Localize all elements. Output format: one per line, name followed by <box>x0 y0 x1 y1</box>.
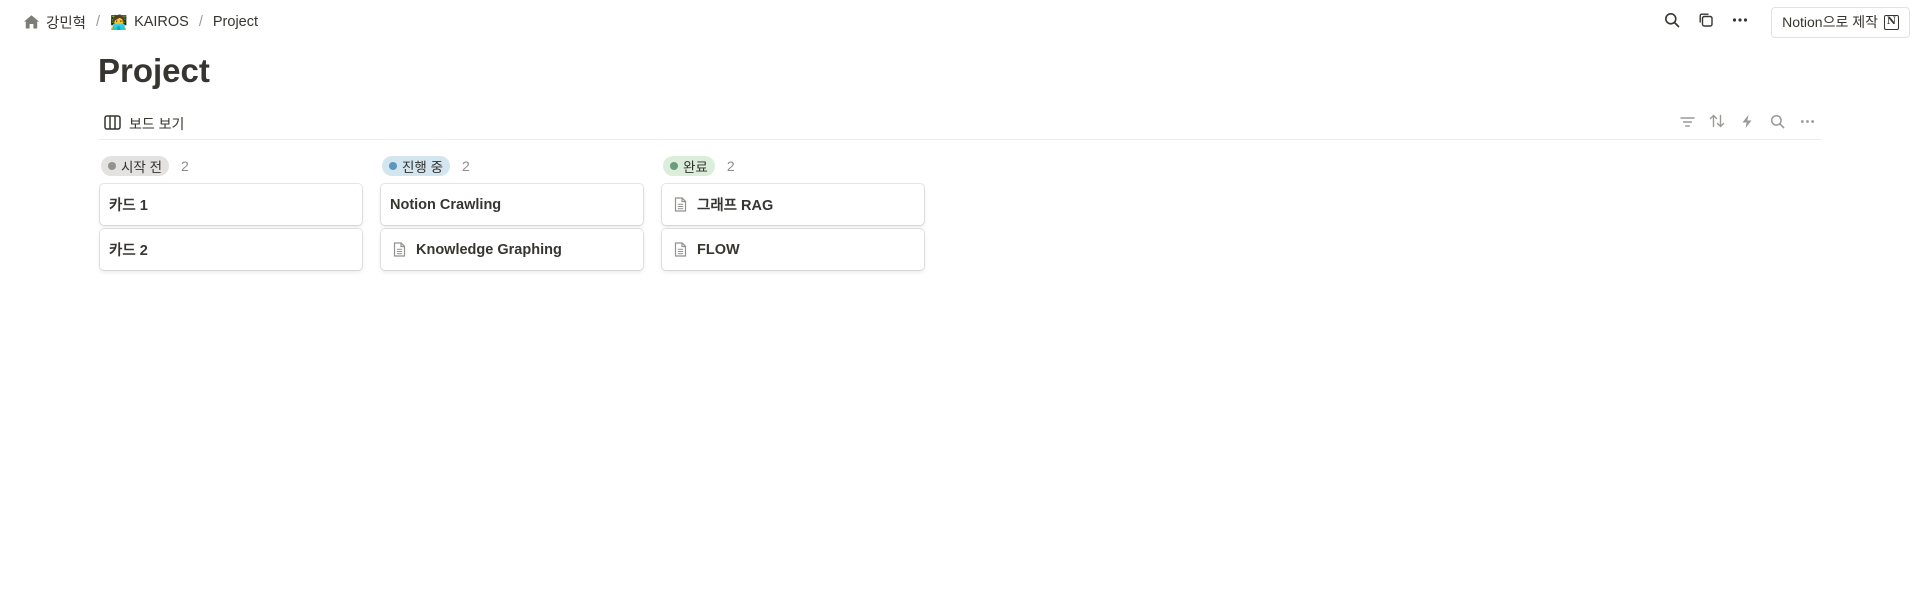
more-horizontal-icon <box>1800 114 1815 134</box>
made-with-notion-label: Notion으로 제작 <box>1782 14 1878 30</box>
top-bar: 강민혁 / 🧑‍💻 KAIROS / Project Not <box>0 0 1920 44</box>
board-card[interactable]: FLOW <box>662 229 924 270</box>
duplicate-icon <box>1698 12 1714 33</box>
column-header[interactable]: 진행 중 2 <box>381 154 643 178</box>
breadcrumb-workspace-label: KAIROS <box>134 14 189 30</box>
status-label: 시작 전 <box>121 160 163 175</box>
more-horizontal-icon <box>1732 12 1748 33</box>
workspace-emoji-icon: 🧑‍💻 <box>110 13 128 30</box>
breadcrumb-page[interactable]: Project <box>209 12 262 32</box>
status-dot-icon <box>108 162 116 170</box>
board-card[interactable]: 카드 1 <box>100 184 362 225</box>
status-label: 완료 <box>683 160 708 175</box>
board: 시작 전 2 카드 1 카드 2 진행 중 2 Notion Crawling … <box>100 154 924 274</box>
breadcrumb-separator: / <box>198 14 203 30</box>
board-card[interactable]: Notion Crawling <box>381 184 643 225</box>
breadcrumb-home-label: 강민혁 <box>46 15 87 32</box>
database-search-button[interactable] <box>1762 110 1792 138</box>
column-count: 2 <box>726 158 735 174</box>
lightning-icon <box>1741 114 1753 134</box>
database-more-button[interactable] <box>1792 110 1822 138</box>
breadcrumb-workspace[interactable]: 🧑‍💻 KAIROS <box>106 11 193 33</box>
page-title: Project <box>98 52 210 89</box>
card-title: Notion Crawling <box>390 196 502 213</box>
board-card[interactable]: 그래프 RAG <box>662 184 924 225</box>
view-tools <box>1672 110 1822 138</box>
sort-button[interactable] <box>1702 110 1732 138</box>
top-actions: Notion으로 제작 N <box>1657 6 1910 38</box>
search-icon <box>1770 114 1785 134</box>
card-title: 카드 2 <box>109 243 148 259</box>
status-dot-icon <box>389 162 397 170</box>
filter-icon <box>1679 115 1695 133</box>
board-column: 진행 중 2 Notion Crawling Knowledge Graphin… <box>381 154 643 274</box>
board-card[interactable]: Knowledge Graphing <box>381 229 643 270</box>
column-header[interactable]: 완료 2 <box>662 154 924 178</box>
status-pill: 시작 전 <box>101 156 170 176</box>
tab-board-view[interactable]: 보드 보기 <box>98 110 190 138</box>
home-icon <box>22 13 40 31</box>
page-icon <box>671 196 689 214</box>
breadcrumb-page-label: Project <box>212 14 259 30</box>
column-header[interactable]: 시작 전 2 <box>100 154 362 178</box>
page-icon <box>390 241 408 259</box>
card-title: FLOW <box>697 241 740 258</box>
column-count: 2 <box>462 158 470 174</box>
status-label: 진행 중 <box>402 160 444 175</box>
more-options-button[interactable] <box>1725 8 1755 36</box>
card-title: 그래프 RAG <box>697 198 774 214</box>
made-with-notion-button[interactable]: Notion으로 제작 N <box>1771 6 1910 38</box>
database-view-bar: 보드 보기 <box>98 108 1822 140</box>
status-pill: 완료 <box>663 156 715 176</box>
board-column: 시작 전 2 카드 1 카드 2 <box>100 154 362 274</box>
search-button[interactable] <box>1657 8 1687 36</box>
notion-logo-icon: N <box>1884 14 1899 30</box>
board-card[interactable]: 카드 2 <box>100 229 362 270</box>
breadcrumb-separator: / <box>96 14 101 30</box>
status-dot-icon <box>670 162 678 170</box>
column-count: 2 <box>181 158 189 174</box>
board-column: 완료 2 그래프 RAG FLOW <box>662 154 924 274</box>
automation-button[interactable] <box>1732 110 1762 138</box>
tab-board-view-label: 보드 보기 <box>129 115 185 132</box>
filter-button[interactable] <box>1672 110 1702 138</box>
card-title: 카드 1 <box>109 198 148 214</box>
sort-icon <box>1709 114 1725 133</box>
breadcrumb: 강민혁 / 🧑‍💻 KAIROS / Project <box>18 10 262 35</box>
breadcrumb-home[interactable]: 강민혁 <box>18 10 90 35</box>
status-pill: 진행 중 <box>382 156 451 176</box>
page-icon <box>671 241 689 259</box>
duplicate-button[interactable] <box>1691 8 1721 36</box>
search-icon <box>1664 12 1680 33</box>
card-title: Knowledge Graphing <box>416 241 562 258</box>
board-view-icon <box>104 114 121 133</box>
